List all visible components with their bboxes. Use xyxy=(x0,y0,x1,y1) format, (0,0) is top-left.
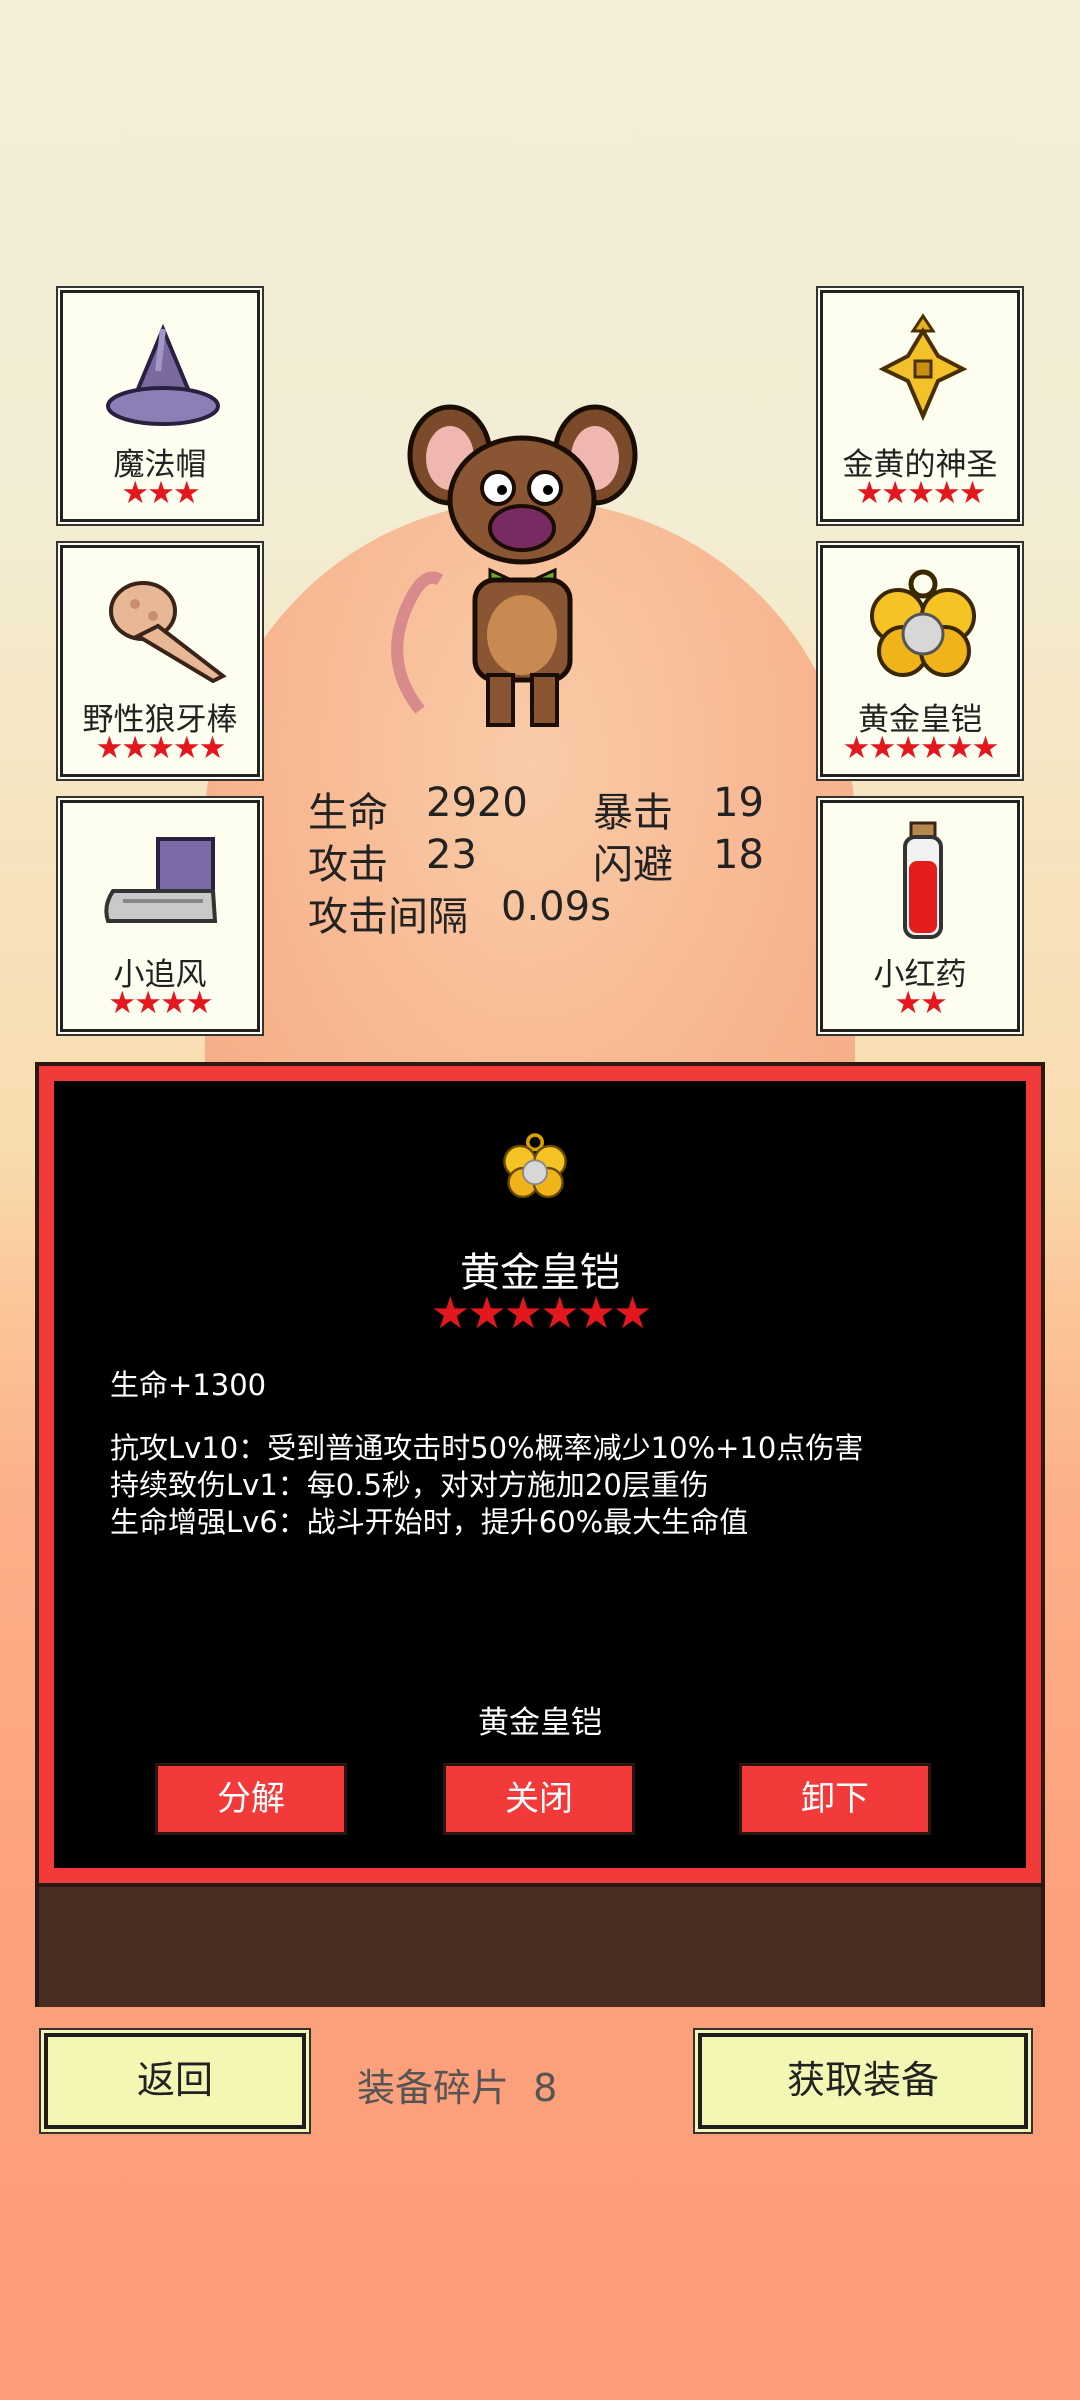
unequip-button[interactable]: 卸下 xyxy=(739,1763,931,1835)
dodge-value: 18 xyxy=(713,832,764,878)
panel-base xyxy=(35,1887,1045,2007)
item-skill-line: 生命增强Lv6：战斗开始时，提升60%最大生命值 xyxy=(110,1505,749,1539)
item-subtitle: 黄金皇铠 xyxy=(478,1705,602,1741)
rat-character-sprite xyxy=(391,404,638,727)
star-rating: ★★★★★ xyxy=(95,730,227,766)
equip-slot-boots[interactable]: 小追风 ★★★★ xyxy=(60,800,260,1032)
hp-label: 生命 xyxy=(308,790,388,836)
get-equipment-button[interactable]: 获取装备 xyxy=(698,2033,1028,2129)
golden-armor-icon xyxy=(870,569,976,677)
equip-slot-hat[interactable]: 魔法帽 ★★★ xyxy=(60,290,260,522)
item-skill-line: 抗攻Lv10：受到普通攻击时50%概率减少10%+10点伤害 xyxy=(110,1431,864,1465)
item-star-rating: ★★★★★★ xyxy=(430,1288,653,1339)
star-rating: ★★★★★ xyxy=(855,475,987,511)
star-rating: ★★ xyxy=(894,985,948,1021)
atk-value: 23 xyxy=(426,832,477,878)
boot-icon xyxy=(104,837,218,923)
crit-value: 19 xyxy=(713,780,764,826)
item-base-stat: 生命+1300 xyxy=(110,1368,267,1402)
crit-label: 暴击 xyxy=(593,790,673,836)
interval-value: 0.09s xyxy=(501,884,611,930)
golden-armor-icon xyxy=(503,1133,567,1199)
equipment-fragments: 装备碎片 8 xyxy=(357,2057,557,2112)
hp-value: 2920 xyxy=(426,780,528,826)
close-button[interactable]: 关闭 xyxy=(443,1763,635,1835)
red-potion-icon xyxy=(903,821,943,939)
equip-slot-potion[interactable]: 小红药 ★★ xyxy=(820,800,1020,1032)
equip-slot-amulet[interactable]: 金黄的神圣 ★★★★★ xyxy=(820,290,1020,522)
golden-cross-amulet-icon xyxy=(878,313,968,422)
interval-label: 攻击间隔 xyxy=(308,894,468,940)
fragments-label: 装备碎片 xyxy=(357,2066,510,2110)
atk-label: 攻击 xyxy=(308,842,388,888)
item-skill-line: 持续致伤Lv1：每0.5秒，对对方施加20层重伤 xyxy=(110,1468,709,1502)
wolf-fang-club-icon xyxy=(109,581,227,684)
fragments-count: 8 xyxy=(533,2066,558,2110)
decompose-button[interactable]: 分解 xyxy=(155,1763,347,1835)
equip-slot-weapon[interactable]: 野性狼牙棒 ★★★★★ xyxy=(60,545,260,777)
star-rating: ★★★ xyxy=(121,475,200,511)
star-rating: ★★★★★★ xyxy=(842,730,1000,766)
back-button[interactable]: 返回 xyxy=(44,2033,306,2129)
star-rating: ★★★★ xyxy=(108,985,213,1021)
dodge-label: 闪避 xyxy=(593,842,673,888)
wizard-hat-icon xyxy=(106,323,220,426)
equip-slot-armor[interactable]: 黄金皇铠 ★★★★★★ xyxy=(820,545,1020,777)
